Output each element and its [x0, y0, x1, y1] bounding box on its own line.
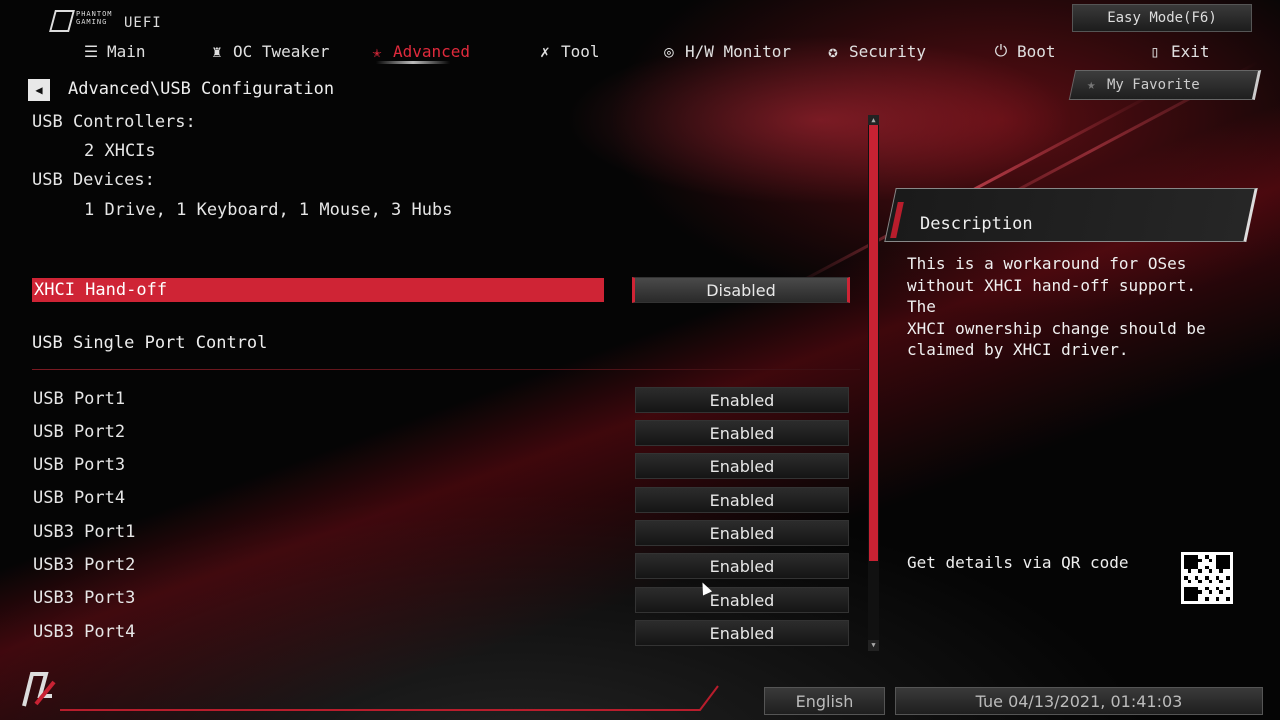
qr-code-icon	[1181, 552, 1233, 604]
xhci-hand-off-row[interactable]: XHCI Hand-off	[32, 278, 604, 302]
datetime-display: Tue 04/13/2021, 01:41:03	[895, 687, 1263, 715]
usb-port4-label[interactable]: USB Port4	[33, 488, 125, 508]
usb-port3-label[interactable]: USB Port3	[33, 455, 125, 475]
language-button[interactable]: English	[764, 687, 885, 715]
back-arrow-icon: ◀	[35, 83, 43, 97]
usb3-port1-value[interactable]: Enabled	[635, 520, 849, 546]
usb3-port1-label[interactable]: USB3 Port1	[33, 522, 135, 542]
usb-port1-label[interactable]: USB Port1	[33, 389, 125, 409]
footer-decorative-line	[60, 685, 719, 711]
list-icon: ☰	[83, 41, 99, 61]
usb-port4-value[interactable]: Enabled	[635, 487, 849, 513]
star-icon: ✭	[372, 41, 382, 61]
description-title: Description	[920, 214, 1033, 234]
qr-code-caption: Get details via QR code	[907, 553, 1129, 572]
logo-brand-text: PHANTOM GAMING	[76, 10, 113, 26]
description-text: This is a workaround for OSes without XH…	[907, 254, 1206, 359]
tab-label: Tool	[561, 41, 600, 61]
monitor-icon: ◎	[664, 41, 674, 61]
my-favorite-button[interactable]: ★ My Favorite	[1068, 70, 1262, 100]
xhci-hand-off-label: XHCI Hand-off	[34, 280, 168, 300]
tab-exit[interactable]: ▯ Exit	[1146, 38, 1210, 64]
star-icon: ★	[1087, 77, 1096, 93]
usb3-port4-value[interactable]: Enabled	[635, 620, 849, 646]
easy-mode-button[interactable]: Easy Mode(F6)	[1072, 4, 1252, 32]
usb-devices-label: USB Devices:	[32, 170, 155, 190]
usb-port2-value[interactable]: Enabled	[635, 420, 849, 446]
breadcrumb: Advanced\USB Configuration	[68, 79, 335, 99]
scrollbar-thumb[interactable]	[869, 125, 878, 561]
usb-port1-value[interactable]: Enabled	[635, 387, 849, 413]
usb-controllers-label: USB Controllers:	[32, 112, 196, 132]
phantom-gaming-footer-logo-icon	[22, 672, 56, 707]
tab-label: Main	[107, 41, 146, 61]
power-icon: ⏻	[994, 41, 1008, 60]
tab-main[interactable]: ☰ Main	[82, 38, 146, 64]
rocket-icon: ♜	[212, 41, 222, 61]
tab-security[interactable]: ✪ Security	[824, 38, 926, 64]
tab-label: Boot	[1017, 41, 1056, 61]
usb-devices-value: 1 Drive, 1 Keyboard, 1 Mouse, 3 Hubs	[84, 200, 453, 220]
scroll-up-arrow-icon[interactable]: ▲	[868, 115, 879, 125]
tab-label: Advanced	[393, 41, 471, 61]
exit-door-icon: ▯	[1150, 41, 1160, 61]
my-favorite-label: My Favorite	[1107, 77, 1201, 93]
usb3-port2-value[interactable]: Enabled	[635, 553, 849, 579]
scroll-down-arrow-icon[interactable]: ▼	[868, 640, 879, 651]
usb-single-port-control-title: USB Single Port Control	[32, 333, 268, 353]
usb3-port3-value[interactable]: Enabled	[635, 587, 849, 613]
usb-port2-label[interactable]: USB Port2	[33, 422, 125, 442]
section-divider	[32, 369, 860, 370]
tab-label: Security	[849, 41, 927, 61]
tools-icon: ✗	[540, 41, 550, 61]
tab-label: OC Tweaker	[233, 41, 330, 61]
usb3-port3-label[interactable]: USB3 Port3	[33, 588, 135, 608]
tab-oc-tweaker[interactable]: ♜ OC Tweaker	[208, 38, 329, 64]
phantom-gaming-logo: PHANTOM GAMING UEFI	[49, 8, 170, 36]
tab-label: Exit	[1171, 41, 1210, 61]
tab-tool[interactable]: ✗ Tool	[536, 38, 600, 64]
logo-uefi-text: UEFI	[124, 15, 162, 31]
tab-boot[interactable]: ⏻ Boot	[992, 38, 1056, 64]
usb3-port2-label[interactable]: USB3 Port2	[33, 555, 135, 575]
tab-hw-monitor[interactable]: ◎ H/W Monitor	[660, 38, 791, 64]
usb3-port4-label[interactable]: USB3 Port4	[33, 622, 135, 642]
xhci-hand-off-value[interactable]: Disabled	[632, 277, 850, 303]
active-tab-indicator	[376, 61, 450, 64]
usb-port3-value[interactable]: Enabled	[635, 453, 849, 479]
shield-icon: ✪	[828, 41, 838, 61]
tab-label: H/W Monitor	[685, 41, 791, 61]
back-button[interactable]: ◀	[28, 79, 50, 101]
usb-controllers-value: 2 XHCIs	[84, 141, 156, 161]
brand-mark-icon	[49, 10, 75, 32]
